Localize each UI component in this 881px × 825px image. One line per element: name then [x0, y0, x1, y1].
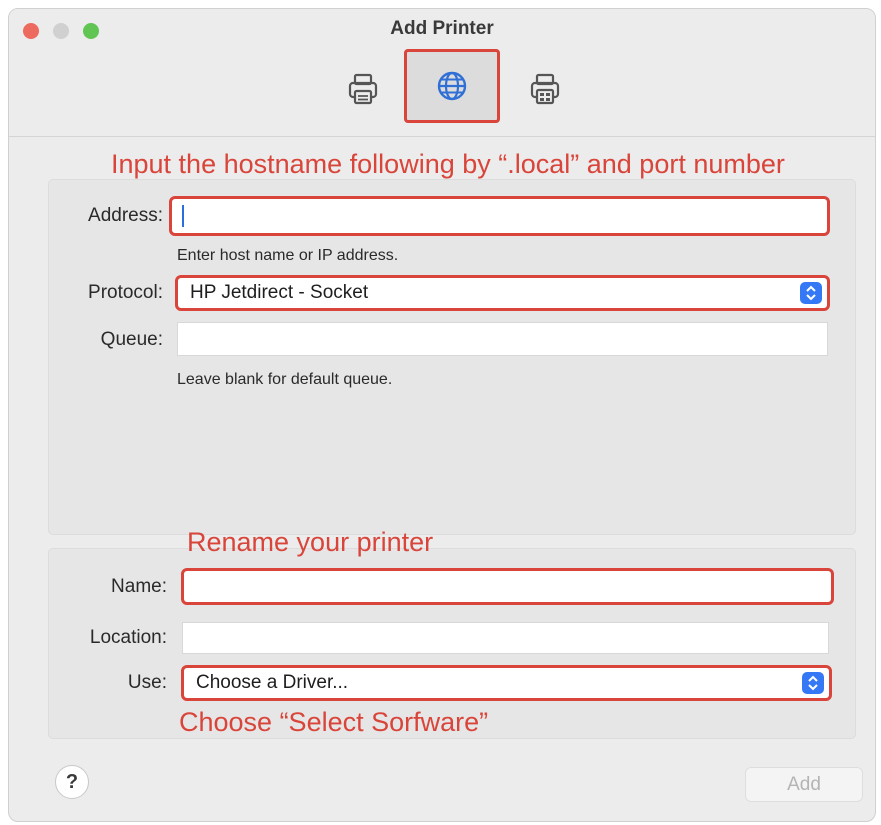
toolbar-windows-button[interactable]	[515, 59, 575, 119]
driver-annotation: Choose “Select Sorfware”	[179, 707, 489, 737]
protocol-value: HP Jetdirect - Socket	[190, 282, 369, 303]
driver-value: Choose a Driver...	[196, 672, 349, 693]
address-hint: Enter host name or IP address.	[177, 247, 399, 264]
name-label: Name:	[111, 576, 167, 597]
help-button[interactable]: ?	[55, 765, 89, 799]
location-label: Location:	[89, 627, 167, 648]
globe-icon	[437, 71, 467, 101]
windows-printer-icon	[530, 73, 560, 105]
text-caret	[182, 205, 184, 227]
name-annotation: Rename your printer	[187, 527, 434, 557]
queue-hint: Leave blank for default queue.	[177, 371, 393, 388]
queue-input[interactable]	[177, 322, 828, 356]
use-label: Use:	[127, 672, 167, 693]
add-printer-window: Add Printer Input the hostname following…	[8, 8, 876, 822]
protocol-select[interactable]: HP Jetdirect - Socket	[175, 275, 830, 311]
chevron-updown-icon	[802, 672, 824, 694]
driver-select[interactable]: Choose a Driver...	[181, 665, 832, 701]
address-label: Address:	[88, 205, 163, 226]
window-title: Add Printer	[390, 18, 494, 39]
protocol-label: Protocol:	[88, 282, 163, 303]
title-bar: Add Printer	[9, 9, 875, 137]
chevron-updown-icon	[800, 282, 822, 304]
location-input[interactable]	[182, 622, 829, 654]
address-annotation: Input the hostname following by “.local”…	[111, 149, 785, 179]
name-input[interactable]	[181, 568, 834, 605]
address-input[interactable]	[169, 196, 830, 236]
toolbar-ip-button[interactable]	[404, 49, 500, 123]
toolbar-default-button[interactable]	[333, 59, 393, 119]
queue-label: Queue:	[100, 329, 163, 350]
add-button[interactable]: Add	[745, 767, 863, 802]
printer-icon	[348, 73, 378, 105]
